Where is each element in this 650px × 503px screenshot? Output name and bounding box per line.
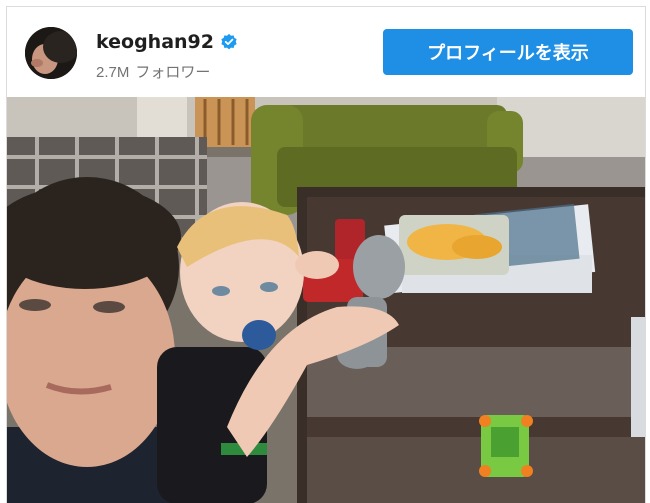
post-header: keoghan92 2.7M フォロワー プロフィールを表示 — [7, 7, 645, 97]
follower-number: 2.7M — [96, 64, 130, 81]
verified-badge-icon — [221, 33, 237, 50]
post-photo[interactable] — [7, 97, 645, 503]
follower-label: フォロワー — [135, 64, 211, 81]
follower-count: 2.7M フォロワー — [96, 61, 216, 82]
username[interactable]: keoghan92 — [96, 31, 214, 53]
username-row: keoghan92 — [96, 31, 238, 53]
instagram-embed-card: keoghan92 2.7M フォロワー プロフィールを表示 — [6, 6, 646, 503]
view-profile-button[interactable]: プロフィールを表示 — [383, 29, 633, 75]
avatar[interactable] — [25, 27, 77, 79]
